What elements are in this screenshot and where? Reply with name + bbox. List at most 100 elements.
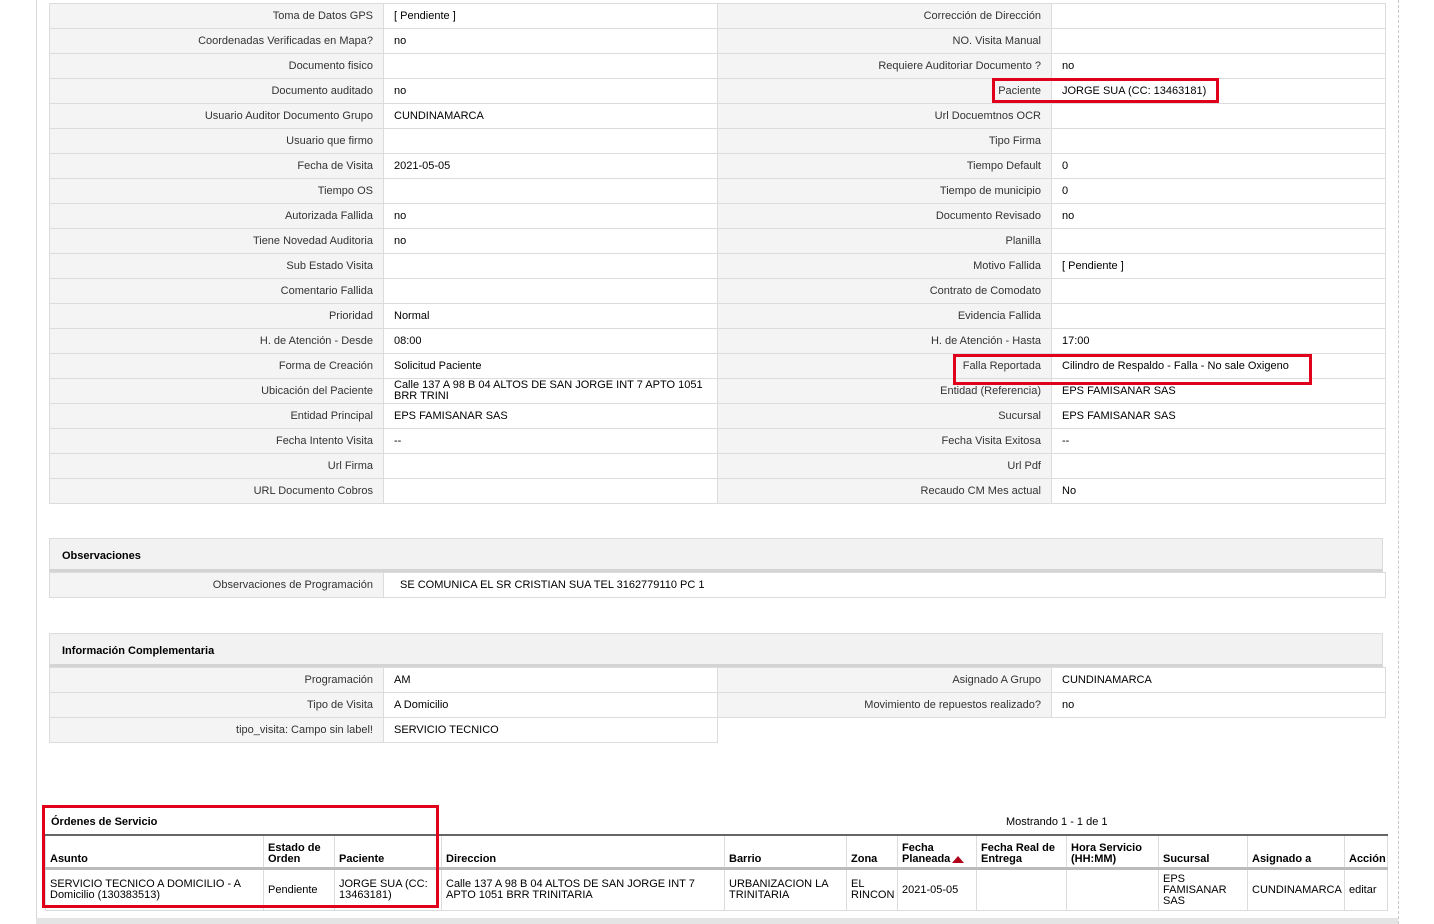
documento-fisico-value: [383, 53, 718, 79]
contrato-de-comodato-label: Contrato de Comodato: [717, 278, 1052, 304]
orders-header-row: Asunto Estado de Orden Paciente Direccio…: [45, 834, 1388, 870]
tipo-visita-campo-sin-label-label: tipo_visita: Campo sin label!: [49, 717, 384, 743]
detail-row: Usuario Auditor Documento Grupo CUNDINAMA…: [49, 103, 1386, 129]
evidencia-fallida-value: [1051, 303, 1386, 329]
url-firma-value: [383, 453, 718, 479]
tiempo-default-label: Tiempo Default: [717, 153, 1052, 179]
paciente-label: Paciente: [717, 78, 1052, 104]
forma-de-creacion-value: Solicitud Paciente: [383, 353, 718, 379]
order-paciente: JORGE SUA (CC: 13463181): [334, 868, 442, 911]
detail-row: Usuario que firmo Tipo Firma: [49, 128, 1386, 154]
detail-row: Sub Estado Visita Motivo Fallida[ Pendien…: [49, 253, 1386, 279]
sub-estado-visita-label: Sub Estado Visita: [49, 253, 384, 279]
asignado-a-grupo-value: CUNDINAMARCA: [1051, 667, 1386, 693]
detail-row: Fecha Intento Visita -- Fecha Visita Exito…: [49, 428, 1386, 454]
detail-row: Url Firma Url Pdf: [49, 453, 1386, 479]
no-visita-manual-value: [1051, 28, 1386, 54]
col-barrio[interactable]: Barrio: [724, 834, 847, 870]
col-direccion[interactable]: Direccion: [441, 834, 725, 870]
movimiento-de-repuestos-realizado-label: Movimiento de repuestos realizado?: [717, 692, 1052, 718]
programacion-value: AM: [383, 667, 718, 693]
coordenadas-verificadas-en-mapa-value: no: [383, 28, 718, 54]
col-asignado-a[interactable]: Asignado a: [1247, 834, 1345, 870]
fecha-de-visita-value: 2021-05-05: [383, 153, 718, 179]
ubicacion-del-paciente-label: Ubicación del Paciente: [49, 378, 384, 404]
detail-row: Toma de Datos GPS[ Pendiente ] Corrección…: [49, 3, 1386, 29]
complementaria-table: Programación AM Asignado A Grupo CUNDINAMAR…: [49, 667, 1386, 743]
detail-row: Documento auditado no Paciente JORGE SUA (C…: [49, 78, 1386, 104]
detail-row: Prioridad Normal Evidencia Fallida: [49, 303, 1386, 329]
col-fecha-real-entrega[interactable]: Fecha Real de Entrega: [976, 834, 1067, 870]
autorizada-fallida-value: no: [383, 203, 718, 229]
entidad-referencia-label: Entidad (Referencia): [717, 378, 1052, 404]
detail-row: H. de Atención - Desde 08:00 H. de Atenció…: [49, 328, 1386, 354]
col-zona[interactable]: Zona: [846, 834, 898, 870]
documento-auditado-label: Documento auditado: [49, 78, 384, 104]
order-sucursal: EPS FAMISANAR SAS: [1158, 868, 1248, 911]
programacion-label: Programación: [49, 667, 384, 693]
entidad-principal-value: EPS FAMISANAR SAS: [383, 403, 718, 429]
entidad-referencia-value: EPS FAMISANAR SAS: [1051, 378, 1386, 404]
correccion-de-direccion-label: Corrección de Dirección: [717, 3, 1052, 29]
edit-link[interactable]: editar: [1349, 884, 1377, 896]
sort-ascending-icon: [952, 855, 965, 863]
detail-row: Autorizada Fallida no Documento Revisado no: [49, 203, 1386, 229]
usuario-que-firmo-label: Usuario que firmo: [49, 128, 384, 154]
col-hora-servicio[interactable]: Hora Servicio (HH:MM): [1066, 834, 1159, 870]
tipo-de-visita-value: A Domicilio: [383, 692, 718, 718]
order-barrio: URBANIZACION LA TRINITARIA: [724, 868, 847, 911]
recaudo-cm-mes-actual-label: Recaudo CM Mes actual: [717, 478, 1052, 504]
col-sucursal[interactable]: Sucursal: [1158, 834, 1248, 870]
h-de-atencion-desde-value: 08:00: [383, 328, 718, 354]
tiempo-os-label: Tiempo OS: [49, 178, 384, 204]
forma-de-creacion-label: Forma de Creación: [49, 353, 384, 379]
ubicacion-del-paciente-value: Calle 137 A 98 B 04 ALTOS DE SAN JORGE I…: [383, 378, 718, 404]
tipo-firma-label: Tipo Firma: [717, 128, 1052, 154]
url-pdf-value: [1051, 453, 1386, 479]
comentario-fallida-value: [383, 278, 718, 304]
detail-row: Programación AM Asignado A Grupo CUNDINAMAR…: [49, 667, 1386, 693]
sucursal-value: EPS FAMISANAR SAS: [1051, 403, 1386, 429]
correccion-de-direccion-value: [1051, 3, 1386, 29]
col-paciente[interactable]: Paciente: [334, 834, 442, 870]
pagination-summary: Mostrando 1 - 1 de 1: [1006, 816, 1108, 828]
detail-row: tipo_visita: Campo sin label! SERVICIO TE…: [49, 717, 1386, 743]
motivo-fallida-label: Motivo Fallida: [717, 253, 1052, 279]
right-border: [1398, 0, 1399, 924]
url-pdf-label: Url Pdf: [717, 453, 1052, 479]
prioridad-value: Normal: [383, 303, 718, 329]
col-estado-orden[interactable]: Estado de Orden: [263, 834, 335, 870]
entidad-principal-label: Entidad Principal: [49, 403, 384, 429]
tiempo-os-value: [383, 178, 718, 204]
tiempo-de-municipio-value: 0: [1051, 178, 1386, 204]
bottom-border: [36, 918, 1398, 924]
tipo-firma-value: [1051, 128, 1386, 154]
documento-revisado-label: Documento Revisado: [717, 203, 1052, 229]
order-fecha-real: [976, 868, 1067, 911]
complementaria-header: Información Complementaria: [49, 633, 1383, 667]
usuario-que-firmo-value: [383, 128, 718, 154]
orders-table: Asunto Estado de Orden Paciente Direccio…: [45, 834, 1388, 911]
detail-row: Tiempo OS Tiempo de municipio 0: [49, 178, 1386, 204]
observaciones-label: Observaciones de Programación: [49, 572, 384, 598]
detail-row: Comentario Fallida Contrato de Comodato: [49, 278, 1386, 304]
order-zona: EL RINCON: [846, 868, 898, 911]
url-docuemtnos-ocr-value: [1051, 103, 1386, 129]
observaciones-value: SE COMUNICA EL SR CRISTIAN SUA TEL 31627…: [383, 572, 1386, 598]
motivo-fallida-value: [ Pendiente ]: [1051, 253, 1386, 279]
tipo-visita-campo-sin-label-value: SERVICIO TECNICO: [383, 717, 718, 743]
col-asunto[interactable]: Asunto: [45, 834, 264, 870]
order-direccion: Calle 137 A 98 B 04 ALTOS DE SAN JORGE I…: [441, 868, 725, 911]
observaciones-row: Observaciones de Programación SE COMUNIC…: [49, 572, 1386, 598]
url-docuemtnos-ocr-label: Url Docuemtnos OCR: [717, 103, 1052, 129]
detail-row: Tipo de Visita A Domicilio Movimiento de r…: [49, 692, 1386, 718]
observaciones-header: Observaciones: [49, 538, 1383, 572]
detail-row: Documento fisico Requiere Auditoriar Docu…: [49, 53, 1386, 79]
coordenadas-verificadas-en-mapa-label: Coordenadas Verificadas en Mapa?: [49, 28, 384, 54]
tiempo-de-municipio-label: Tiempo de municipio: [717, 178, 1052, 204]
col-fecha-planeada[interactable]: Fecha Planeada: [897, 834, 977, 870]
asignado-a-grupo-label: Asignado A Grupo: [717, 667, 1052, 693]
order-asignado: CUNDINAMARCA: [1247, 868, 1345, 911]
visit-details-table: Toma de Datos GPS[ Pendiente ] Corrección…: [49, 3, 1386, 504]
sucursal-label: Sucursal: [717, 403, 1052, 429]
